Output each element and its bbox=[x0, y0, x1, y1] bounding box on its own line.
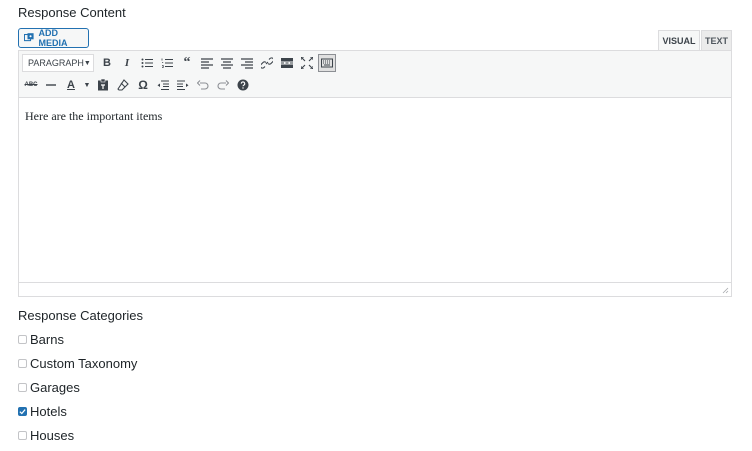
align-right-icon[interactable] bbox=[238, 54, 256, 72]
checkbox[interactable] bbox=[18, 358, 27, 368]
add-media-label: ADD MEDIA bbox=[38, 28, 68, 48]
category-item-garages[interactable]: Garages bbox=[18, 379, 80, 395]
editor-status-bar bbox=[19, 282, 731, 296]
checkbox[interactable] bbox=[18, 382, 27, 392]
checkmark-icon bbox=[19, 408, 26, 414]
special-character-icon[interactable]: Ω bbox=[134, 76, 152, 94]
redo-icon[interactable] bbox=[214, 76, 232, 94]
align-center-icon[interactable] bbox=[218, 54, 236, 72]
category-label: Barns bbox=[30, 331, 64, 347]
paste-text-icon[interactable] bbox=[94, 76, 112, 94]
editor-content-area[interactable]: Here are the important items bbox=[19, 99, 731, 283]
response-categories-title: Response Categories bbox=[18, 308, 144, 323]
resize-handle-icon[interactable] bbox=[721, 286, 729, 294]
link-icon[interactable] bbox=[258, 54, 276, 72]
numbered-list-icon[interactable] bbox=[158, 54, 176, 72]
toolbar-row-1: PARAGRAPH ▼ B I “ bbox=[22, 53, 338, 73]
horizontal-line-icon[interactable] bbox=[42, 76, 60, 94]
response-content-title: Response Content bbox=[18, 5, 126, 20]
align-left-icon[interactable] bbox=[198, 54, 216, 72]
help-icon[interactable] bbox=[234, 76, 252, 94]
category-label: Hotels bbox=[30, 403, 67, 419]
chevron-down-icon[interactable]: ▼ bbox=[82, 76, 92, 94]
category-item-custom-taxonomy[interactable]: Custom Taxonomy bbox=[18, 355, 137, 371]
response-editor-panel: Response Content ADD MEDIA VISUAL TEXT P… bbox=[0, 0, 752, 451]
checkbox-checked[interactable] bbox=[18, 406, 27, 416]
chevron-down-icon: ▼ bbox=[83, 59, 91, 67]
rich-text-editor: PARAGRAPH ▼ B I “ ABC A ▼ Ω Here are the… bbox=[18, 50, 732, 297]
read-more-icon[interactable] bbox=[278, 54, 296, 72]
category-label: Houses bbox=[30, 427, 75, 443]
tab-text[interactable]: TEXT bbox=[701, 30, 732, 50]
tab-visual[interactable]: VISUAL bbox=[658, 30, 700, 50]
media-icon bbox=[24, 33, 34, 42]
toolbar-row-2: ABC A ▼ Ω bbox=[22, 75, 254, 95]
format-select-value: PARAGRAPH bbox=[28, 58, 84, 68]
fullscreen-icon[interactable] bbox=[298, 54, 316, 72]
blockquote-icon[interactable]: “ bbox=[178, 54, 196, 72]
checkbox[interactable] bbox=[18, 430, 27, 440]
bold-icon[interactable]: B bbox=[98, 54, 116, 72]
toolbar-toggle-icon[interactable] bbox=[318, 54, 336, 72]
bullet-list-icon[interactable] bbox=[138, 54, 156, 72]
indent-icon[interactable] bbox=[174, 76, 192, 94]
italic-icon[interactable]: I bbox=[118, 54, 136, 72]
add-media-button[interactable]: ADD MEDIA bbox=[18, 28, 89, 48]
category-label: Custom Taxonomy bbox=[30, 355, 138, 371]
outdent-icon[interactable] bbox=[154, 76, 172, 94]
editor-toolbar: PARAGRAPH ▼ B I “ ABC A ▼ Ω bbox=[19, 51, 731, 98]
strikethrough-icon[interactable]: ABC bbox=[22, 76, 40, 94]
category-label: Garages bbox=[30, 379, 80, 395]
category-item-houses[interactable]: Houses bbox=[18, 427, 74, 443]
editor-text: Here are the important items bbox=[25, 109, 163, 123]
format-select[interactable]: PARAGRAPH ▼ bbox=[22, 54, 94, 72]
clear-formatting-icon[interactable] bbox=[114, 76, 132, 94]
undo-icon[interactable] bbox=[194, 76, 212, 94]
category-item-hotels[interactable]: Hotels bbox=[18, 403, 67, 419]
category-item-barns[interactable]: Barns bbox=[18, 331, 64, 347]
text-color-icon[interactable]: A bbox=[62, 76, 80, 94]
checkbox[interactable] bbox=[18, 334, 27, 344]
